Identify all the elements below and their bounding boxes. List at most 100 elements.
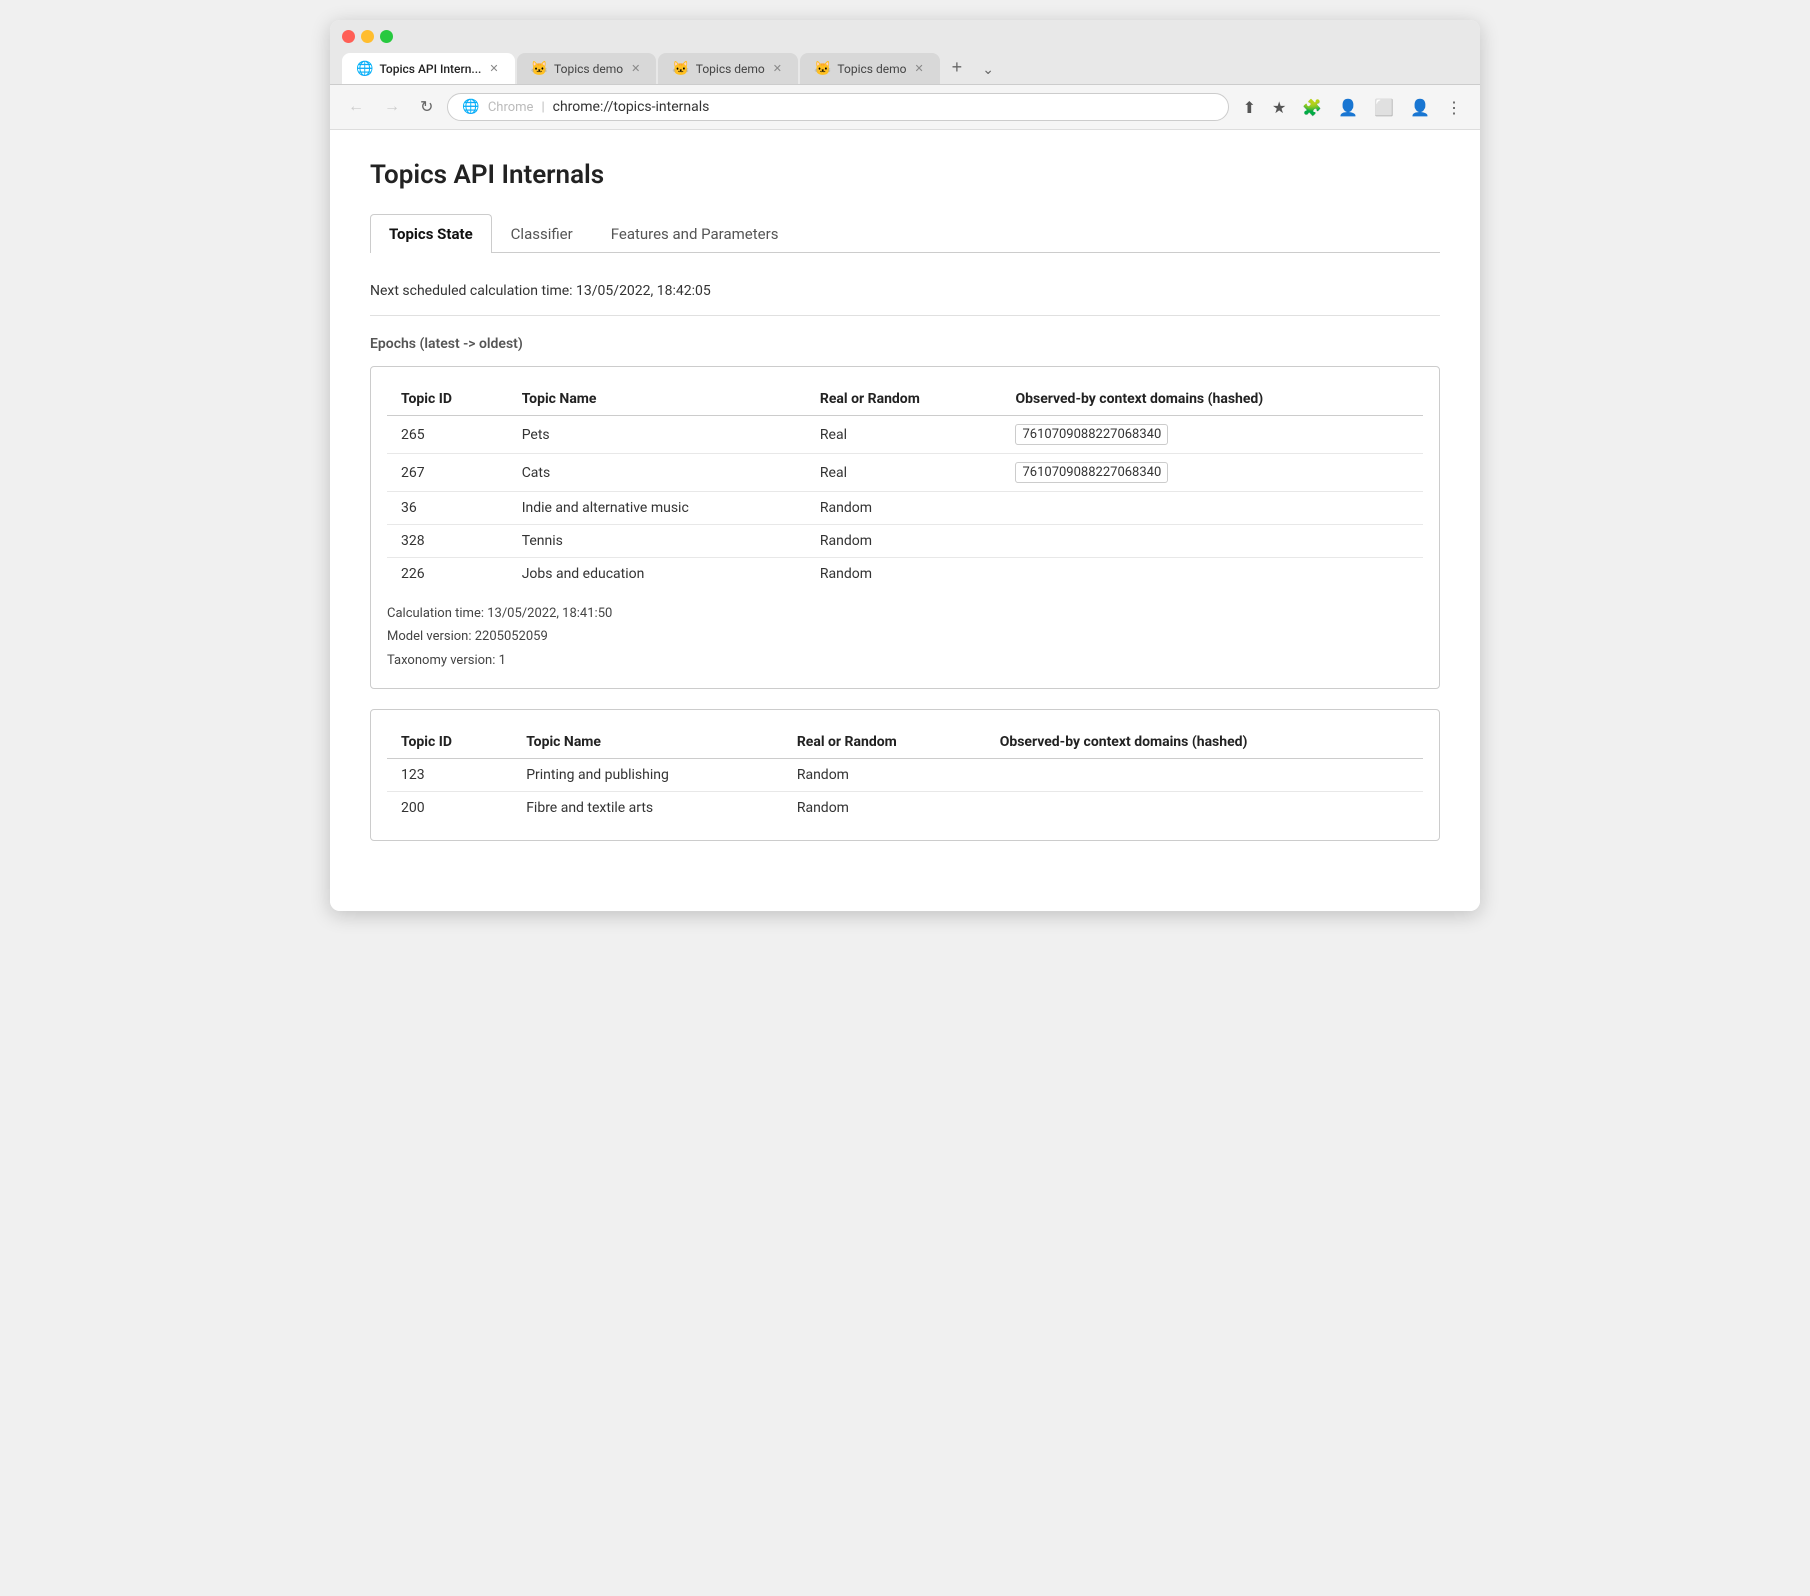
- cell-name: Fibre and textile arts: [512, 792, 783, 825]
- epochs-heading: Epochs (latest -> oldest): [370, 336, 1440, 352]
- address-url: chrome://topics-internals: [553, 99, 1214, 115]
- col-header-real-random-1: Real or Random: [806, 383, 1002, 416]
- model-version-1: Model version: 2205052059: [387, 625, 1423, 648]
- extensions-icon[interactable]: 🧩: [1296, 94, 1328, 121]
- reload-button[interactable]: ↻: [414, 93, 439, 121]
- epoch-1-meta: Calculation time: 13/05/2022, 18:41:50 M…: [387, 602, 1423, 672]
- cell-domain: 7610709088227068340: [1001, 416, 1423, 454]
- content-area: Next scheduled calculation time: 13/05/2…: [370, 273, 1440, 871]
- cell-domain: [986, 792, 1423, 825]
- tab-navigation: Topics State Classifier Features and Par…: [370, 214, 1440, 253]
- cell-type: Real: [806, 416, 1002, 454]
- traffic-light-yellow[interactable]: [361, 30, 374, 43]
- bookmark-icon[interactable]: ★: [1266, 94, 1292, 121]
- forward-button[interactable]: →: [378, 94, 406, 120]
- address-favicon: 🌐: [462, 99, 479, 115]
- page-content: Topics API Internals Topics State Classi…: [330, 130, 1480, 911]
- cell-type: Real: [806, 454, 1002, 492]
- menu-icon[interactable]: ⋮: [1440, 94, 1468, 121]
- cell-domain: [1001, 525, 1423, 558]
- browser-titlebar: 🌐 Topics API Intern... ✕ 🐱 Topics demo ✕…: [330, 20, 1480, 85]
- tab-close-4[interactable]: ✕: [912, 60, 925, 77]
- share-icon[interactable]: ⬆: [1237, 94, 1262, 121]
- browser-tab-3[interactable]: 🐱 Topics demo ✕: [658, 53, 798, 84]
- cell-name: Pets: [508, 416, 806, 454]
- domain-badge: 7610709088227068340: [1015, 424, 1168, 445]
- cell-type: Random: [783, 759, 986, 792]
- cell-type: Random: [806, 492, 1002, 525]
- cell-id: 265: [387, 416, 508, 454]
- epoch-card-2: Topic ID Topic Name Real or Random Obser…: [370, 709, 1440, 841]
- browser-controls: [342, 30, 1468, 43]
- address-bar[interactable]: 🌐 Chrome | chrome://topics-internals: [447, 93, 1228, 121]
- tab-close-3[interactable]: ✕: [771, 60, 784, 77]
- profile-icon[interactable]: 👤: [1404, 94, 1436, 121]
- cell-type: Random: [783, 792, 986, 825]
- col-header-topic-id-2: Topic ID: [387, 726, 512, 759]
- traffic-light-green[interactable]: [380, 30, 393, 43]
- cell-id: 226: [387, 558, 508, 591]
- table-row: 36 Indie and alternative music Random: [387, 492, 1423, 525]
- cell-id: 36: [387, 492, 508, 525]
- epoch-table-1: Topic ID Topic Name Real or Random Obser…: [387, 383, 1423, 590]
- traffic-lights: [342, 30, 393, 43]
- tab-favicon-3: 🐱: [672, 61, 689, 77]
- table-header-row-1: Topic ID Topic Name Real or Random Obser…: [387, 383, 1423, 416]
- cell-id: 200: [387, 792, 512, 825]
- cell-id: 123: [387, 759, 512, 792]
- tab-label-2: Topics demo: [554, 62, 623, 76]
- cell-name: Indie and alternative music: [508, 492, 806, 525]
- browser-window: 🌐 Topics API Intern... ✕ 🐱 Topics demo ✕…: [330, 20, 1480, 911]
- col-header-topic-name-2: Topic Name: [512, 726, 783, 759]
- table-row: 328 Tennis Random: [387, 525, 1423, 558]
- tab-label-4: Topics demo: [837, 62, 906, 76]
- tab-classifier[interactable]: Classifier: [492, 214, 592, 253]
- tab-favicon-2: 🐱: [531, 61, 548, 77]
- cell-name: Cats: [508, 454, 806, 492]
- cell-type: Random: [806, 558, 1002, 591]
- cell-domain: 7610709088227068340: [1001, 454, 1423, 492]
- calc-time-1: Calculation time: 13/05/2022, 18:41:50: [387, 602, 1423, 625]
- profile-icon-ext[interactable]: 👤: [1332, 94, 1364, 121]
- cell-name: Printing and publishing: [512, 759, 783, 792]
- epoch-card-1: Topic ID Topic Name Real or Random Obser…: [370, 366, 1440, 689]
- section-divider: [370, 315, 1440, 316]
- cell-domain: [1001, 492, 1423, 525]
- schedule-info: Next scheduled calculation time: 13/05/2…: [370, 283, 1440, 299]
- tab-topics-state[interactable]: Topics State: [370, 214, 492, 253]
- tab-label-1: Topics API Intern...: [379, 62, 481, 76]
- table-row: 123 Printing and publishing Random: [387, 759, 1423, 792]
- cell-domain: [986, 759, 1423, 792]
- table-row: 226 Jobs and education Random: [387, 558, 1423, 591]
- table-row: 265 Pets Real 7610709088227068340: [387, 416, 1423, 454]
- cell-id: 267: [387, 454, 508, 492]
- back-button[interactable]: ←: [342, 94, 370, 120]
- browser-tab-active[interactable]: 🌐 Topics API Intern... ✕: [342, 53, 515, 84]
- taxonomy-version-1: Taxonomy version: 1: [387, 649, 1423, 672]
- epoch-table-2: Topic ID Topic Name Real or Random Obser…: [387, 726, 1423, 824]
- address-bar-row: ← → ↻ 🌐 Chrome | chrome://topics-interna…: [330, 85, 1480, 130]
- tabs-bar: 🌐 Topics API Intern... ✕ 🐱 Topics demo ✕…: [342, 51, 1468, 84]
- tab-close-2[interactable]: ✕: [629, 60, 642, 77]
- page-title: Topics API Internals: [370, 160, 1440, 190]
- traffic-light-red[interactable]: [342, 30, 355, 43]
- split-view-icon[interactable]: ⬜: [1368, 94, 1400, 121]
- col-header-real-random-2: Real or Random: [783, 726, 986, 759]
- tab-list-button[interactable]: ⌄: [974, 55, 1002, 84]
- tab-features-params[interactable]: Features and Parameters: [592, 214, 798, 253]
- address-host: Chrome: [488, 100, 534, 115]
- tab-favicon-1: 🌐: [356, 61, 373, 77]
- col-header-domains-1: Observed-by context domains (hashed): [1001, 383, 1423, 416]
- tab-close-1[interactable]: ✕: [487, 60, 500, 77]
- cell-name: Tennis: [508, 525, 806, 558]
- tab-label-3: Topics demo: [696, 62, 765, 76]
- tab-favicon-4: 🐱: [814, 61, 831, 77]
- cell-id: 328: [387, 525, 508, 558]
- new-tab-button[interactable]: +: [942, 51, 973, 84]
- table-header-row-2: Topic ID Topic Name Real or Random Obser…: [387, 726, 1423, 759]
- cell-name: Jobs and education: [508, 558, 806, 591]
- browser-tab-4[interactable]: 🐱 Topics demo ✕: [800, 53, 940, 84]
- browser-tab-2[interactable]: 🐱 Topics demo ✕: [517, 53, 657, 84]
- table-row: 267 Cats Real 7610709088227068340: [387, 454, 1423, 492]
- cell-domain: [1001, 558, 1423, 591]
